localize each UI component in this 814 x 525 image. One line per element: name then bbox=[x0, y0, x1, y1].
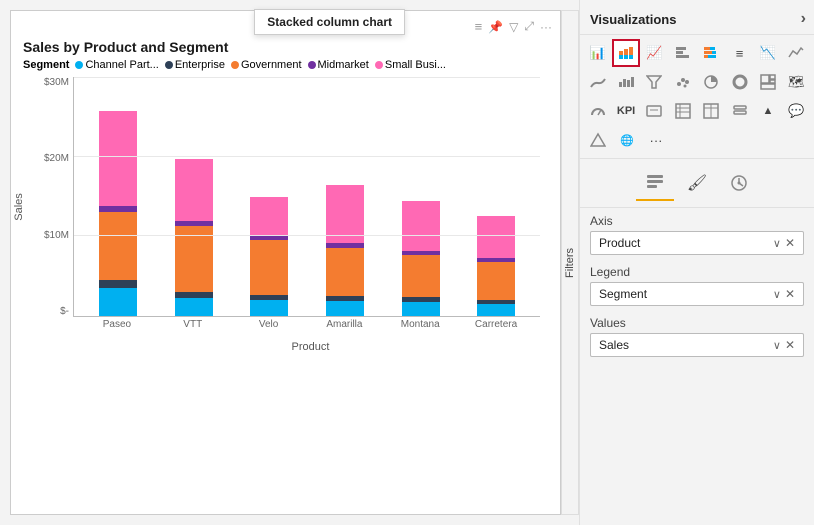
viz-icon-area[interactable] bbox=[783, 39, 810, 67]
bars-area bbox=[73, 77, 540, 317]
legend-item-4: Small Busi... bbox=[375, 59, 446, 71]
legend-pill[interactable]: Segment ∨ ✕ bbox=[590, 282, 804, 306]
legend-field-label: Legend bbox=[590, 265, 804, 279]
viz-icon-waterfall[interactable] bbox=[612, 68, 639, 96]
y-label-1: $10M bbox=[44, 230, 69, 241]
filters-tab[interactable]: Filters bbox=[561, 10, 579, 515]
axis-label: Axis bbox=[590, 214, 804, 228]
viz-icon-hbar[interactable] bbox=[669, 39, 696, 67]
viz-icon-table[interactable] bbox=[698, 97, 725, 125]
x-axis-title: Product bbox=[73, 341, 548, 353]
viz-icon-100-bar[interactable]: 📈 bbox=[641, 39, 668, 67]
panel-title: Visualizations bbox=[590, 12, 676, 27]
right-panel: Visualizations › 📊 📈 ≡ 📉 bbox=[579, 0, 814, 525]
values-remove[interactable]: ✕ bbox=[785, 338, 795, 352]
axis-remove[interactable]: ✕ bbox=[785, 236, 795, 250]
tooltip-label: Stacked column chart bbox=[267, 15, 392, 29]
values-value: Sales bbox=[599, 338, 629, 352]
bar-group-carretera bbox=[462, 216, 530, 316]
filters-label: Filters bbox=[564, 248, 576, 278]
y-axis: $- $10M $20M $30M bbox=[25, 77, 69, 317]
viz-icon-pie[interactable] bbox=[698, 68, 725, 96]
legend-item-0: Channel Part... bbox=[75, 59, 158, 71]
viz-icon-ribbon[interactable] bbox=[584, 68, 611, 96]
viz-icon-matrix[interactable] bbox=[669, 97, 696, 125]
legend-chevron[interactable]: ∨ bbox=[773, 288, 781, 301]
y-label-2: $20M bbox=[44, 153, 69, 164]
x-label-amarilla: Amarilla bbox=[310, 319, 378, 337]
chart-title: Sales by Product and Segment bbox=[23, 39, 548, 55]
viz-icon-funnel[interactable] bbox=[641, 68, 668, 96]
panel-expand-icon[interactable]: › bbox=[801, 10, 806, 28]
x-label-paseo: Paseo bbox=[83, 319, 151, 337]
viz-icon-map[interactable]: 🗺 bbox=[783, 68, 810, 96]
bar-group-vtt bbox=[160, 159, 228, 316]
legend-item-1: Enterprise bbox=[165, 59, 225, 71]
x-label-velo: Velo bbox=[235, 319, 303, 337]
toolbar-more[interactable]: ··· bbox=[540, 20, 552, 34]
y-axis-title: Sales bbox=[13, 193, 25, 221]
values-group: Values Sales ∨ ✕ bbox=[590, 316, 804, 357]
values-chevron[interactable]: ∨ bbox=[773, 339, 781, 352]
tooltip: Stacked column chart bbox=[254, 9, 405, 35]
legend-group: Legend Segment ∨ ✕ bbox=[590, 265, 804, 306]
viz-icon-100-hbar[interactable]: ≡ bbox=[726, 39, 753, 67]
viz-icon-decomp[interactable]: ▲ bbox=[754, 97, 781, 125]
viz-icon-slicer[interactable] bbox=[726, 97, 753, 125]
bar-group-paseo bbox=[84, 111, 152, 316]
chart-panel: Stacked column chart ≡ 📌 ▽ ⤢ ··· Sales b… bbox=[10, 10, 561, 515]
x-label-montana: Montana bbox=[386, 319, 454, 337]
viz-icon-scatter[interactable] bbox=[669, 68, 696, 96]
x-label-carretera: Carretera bbox=[462, 319, 530, 337]
bars-flex bbox=[74, 77, 540, 316]
toolbar-expand[interactable]: ⤢ bbox=[524, 19, 534, 34]
legend-remove[interactable]: ✕ bbox=[785, 287, 795, 301]
legend-item-2: Government bbox=[231, 59, 302, 71]
viz-icon-more-dots[interactable]: ··· bbox=[642, 126, 670, 154]
viz-icon-stacked-hbar[interactable] bbox=[698, 39, 725, 67]
panel-header: Visualizations › bbox=[580, 0, 814, 35]
toolbar-pin[interactable]: 📌 bbox=[488, 20, 503, 34]
viz-icon-treemap[interactable] bbox=[754, 68, 781, 96]
axis-pill[interactable]: Product ∨ ✕ bbox=[590, 231, 804, 255]
viz-icon-gauge[interactable] bbox=[584, 97, 611, 125]
legend-title: Segment bbox=[23, 59, 69, 71]
chart-legend: Segment Channel Part... Enterprise Gover… bbox=[23, 59, 548, 71]
toolbar-drag[interactable]: ≡ bbox=[475, 19, 483, 34]
axis-group: Axis Product ∨ ✕ bbox=[590, 214, 804, 255]
viz-icon-arcgis[interactable]: 🌐 bbox=[613, 126, 641, 154]
bar-group-montana bbox=[387, 201, 455, 316]
values-label: Values bbox=[590, 316, 804, 330]
legend-value: Segment bbox=[599, 287, 647, 301]
y-label-3: $30M bbox=[44, 77, 69, 88]
bar-group-amarilla bbox=[311, 185, 379, 316]
panel-format-tabs: 🖌 bbox=[580, 159, 814, 208]
tab-format[interactable]: 🖌 bbox=[678, 165, 716, 201]
chart-toolbar: ≡ 📌 ▽ ⤢ ··· bbox=[475, 19, 552, 34]
toolbar-filter[interactable]: ▽ bbox=[509, 20, 518, 34]
tab-fields[interactable] bbox=[636, 165, 674, 201]
viz-icon-qanda[interactable]: 💬 bbox=[783, 97, 810, 125]
viz-icon-kpi[interactable]: KPI bbox=[612, 97, 639, 125]
viz-icon-line[interactable]: 📉 bbox=[754, 39, 781, 67]
axis-value: Product bbox=[599, 236, 640, 250]
viz-icon-donut[interactable] bbox=[726, 68, 753, 96]
viz-icon-bar[interactable]: 📊 bbox=[584, 39, 611, 67]
viz-grid: 📊 📈 ≡ 📉 bbox=[580, 35, 814, 159]
x-label-vtt: VTT bbox=[159, 319, 227, 337]
y-label-0: $- bbox=[60, 306, 69, 317]
tab-analytics[interactable] bbox=[720, 165, 758, 201]
legend-item-3: Midmarket bbox=[308, 59, 369, 71]
viz-icon-stacked-bar[interactable] bbox=[612, 39, 639, 67]
axis-chevron[interactable]: ∨ bbox=[773, 237, 781, 250]
bar-group-velo bbox=[235, 197, 303, 316]
fields-section: Axis Product ∨ ✕ Legend Segment ∨ ✕ bbox=[580, 208, 814, 525]
values-pill[interactable]: Sales ∨ ✕ bbox=[590, 333, 804, 357]
chart-body: $- $10M $20M $30M Sales bbox=[73, 77, 540, 337]
viz-icon-card[interactable] bbox=[641, 97, 668, 125]
x-axis-labels: Paseo VTT Velo Amarilla Montana Carreter… bbox=[73, 319, 540, 337]
viz-icon-shape[interactable] bbox=[584, 126, 612, 154]
